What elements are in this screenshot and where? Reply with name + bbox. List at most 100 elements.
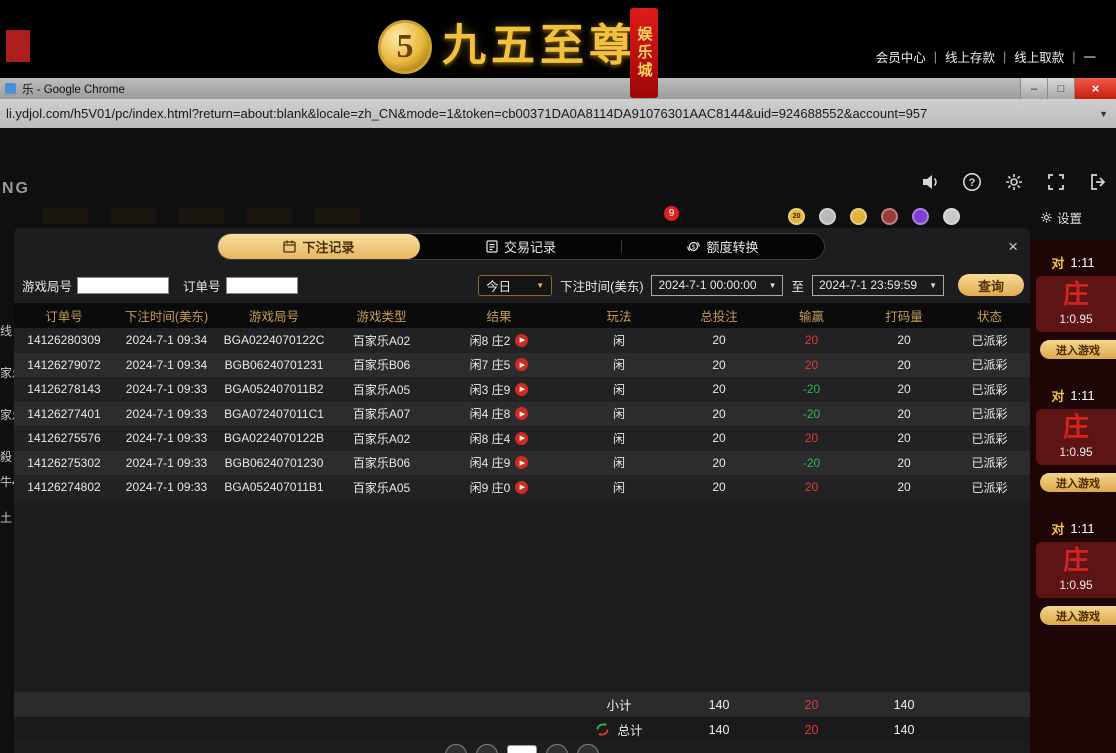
topbar-link[interactable]: 一 [1075,47,1104,66]
to-datetime-select[interactable]: 2024-7-1 23:59:59 ▼ [812,275,944,296]
minimize-button[interactable]: – [1020,78,1047,99]
url-text[interactable]: li.ydjol.com/h5V01/pc/index.html?return=… [6,106,1091,121]
result-text: 闲4 庄9 [470,454,511,471]
play-icon[interactable]: ▶ [515,481,528,494]
column-header: 输赢 [764,303,859,328]
order-no-input[interactable] [226,277,298,294]
first-page-button[interactable]: « [445,744,467,753]
cell-status: 已派彩 [949,377,1030,402]
bet-records-modal: 下注记录 交易记录 $ 额度转换 × 游戏局号 订单号 今日 [14,228,1030,753]
subtotal-winloss: 20 [764,692,859,717]
bet-chip[interactable] [819,208,836,225]
play-icon[interactable]: ▶ [515,358,528,371]
to-label: 至 [791,276,804,295]
cell-win-loss: 20 [764,426,859,451]
maximize-button[interactable]: □ [1047,78,1074,99]
banker-label: 庄 [1063,548,1089,574]
cell-result: 闲7 庄5 ▶ [434,353,564,378]
filter-bar: 游戏局号 订单号 今日 ▼ 下注时间(美东) 2024-7-1 00:00:00… [18,272,1026,298]
browser-urlbar[interactable]: li.ydjol.com/h5V01/pc/index.html?return=… [0,99,1116,128]
game-category-placeholder[interactable] [110,208,156,224]
game-category-placeholder[interactable] [314,208,360,224]
play-icon[interactable]: ▶ [515,432,528,445]
search-button[interactable]: 查询 [958,274,1024,296]
enter-game-button[interactable]: 进入游戏 [1040,606,1116,625]
next-page-button[interactable]: › [546,744,568,753]
play-icon[interactable]: ▶ [515,456,528,469]
bet-chip[interactable] [850,208,867,225]
play-icon[interactable]: ▶ [515,383,528,396]
lobby-card-body[interactable]: 庄 1:0.95 [1036,542,1116,598]
play-icon[interactable]: ▶ [515,407,528,420]
browser-titlebar: 乐 - Google Chrome – □ × [0,78,1116,99]
cell-total-bet: 20 [674,451,764,476]
game-category-placeholder[interactable] [178,208,224,224]
enter-game-button[interactable]: 进入游戏 [1040,473,1116,492]
close-icon[interactable]: × [1008,238,1018,255]
table-row: 14126277401 2024-7-1 09:33 BGA072407011C… [14,402,1030,427]
logo-coin-icon: 5 [378,20,432,74]
last-page-button[interactable]: » [577,744,599,753]
cell-status: 已派彩 [949,328,1030,353]
tab-bet-records[interactable]: 下注记录 [218,234,420,259]
lobby-card-body[interactable]: 庄 1:0.95 [1036,409,1116,465]
topbar-link[interactable]: 线上取款 [1006,47,1072,66]
chevron-down-icon: ▼ [536,281,544,290]
bet-chip[interactable] [881,208,898,225]
cell-bet-time: 2024-7-1 09:33 [114,475,219,500]
exit-icon[interactable] [1088,172,1108,192]
order-no-label: 订单号 [183,276,221,295]
cell-total-bet: 20 [674,475,764,500]
cell-game-type: 百家乐B06 [329,353,434,378]
refresh-icon[interactable] [595,722,610,737]
enter-game-button[interactable]: 进入游戏 [1040,340,1116,359]
total-turnover: 140 [859,717,949,742]
transfer-icon: $ [687,240,700,253]
round-no-label: 游戏局号 [22,276,72,295]
game-category-placeholder[interactable] [42,208,88,224]
bet-chip[interactable]: 20 [788,208,805,225]
cell-game-type: 百家乐A02 [329,426,434,451]
cell-bet-time: 2024-7-1 09:33 [114,451,219,476]
sidebar-item-fragment: 家乐 [0,406,14,423]
game-category-placeholder[interactable] [246,208,292,224]
tab-transaction-records[interactable]: 交易记录 [420,234,622,259]
fullscreen-icon[interactable] [1046,172,1066,192]
prev-page-button[interactable]: ‹ [476,744,498,753]
topbar-link[interactable]: 线上存款 [937,47,1003,66]
help-icon[interactable]: ? [962,172,982,192]
cell-turnover: 20 [859,451,949,476]
cell-turnover: 20 [859,328,949,353]
sidebar-item-fragment: 牛4 [0,473,14,490]
lobby-card-body[interactable]: 庄 1:0.95 [1036,276,1116,332]
cell-result: 闲3 庄9 ▶ [434,377,564,402]
settings-gear-icon [1040,211,1053,224]
from-datetime-select[interactable]: 2024-7-1 00:00:00 ▼ [651,275,783,296]
cell-order-no: 14126278143 [14,377,114,402]
tab-credit-transfer[interactable]: $ 额度转换 [622,234,824,259]
cell-turnover: 20 [859,377,949,402]
round-no-input[interactable] [77,277,169,294]
urlbar-dropdown-icon[interactable]: ▼ [1099,109,1108,119]
cell-order-no: 14126274802 [14,475,114,500]
cell-win-loss: -20 [764,451,859,476]
cell-game-type: 百家乐A07 [329,402,434,427]
play-icon[interactable]: ▶ [515,334,528,347]
banner-red-fragment [6,30,30,62]
cell-total-bet: 20 [674,402,764,427]
cell-round-no: BGA052407011B1 [219,475,329,500]
page-input[interactable] [507,745,537,753]
close-window-button[interactable]: × [1074,78,1116,99]
banker-label: 庄 [1063,415,1089,441]
date-range-select[interactable]: 今日 ▼ [478,275,552,296]
lobby-card-header: 对 1:11 [1030,252,1116,272]
column-header: 游戏局号 [219,303,329,328]
speaker-icon[interactable] [920,172,940,192]
cell-status: 已派彩 [949,402,1030,427]
settings-button[interactable]: 设置 [1040,208,1082,227]
topbar-link[interactable]: 会员中心 [868,47,934,66]
column-header: 打码量 [859,303,949,328]
gear-icon[interactable] [1004,172,1024,192]
bet-chip[interactable] [943,208,960,225]
bet-chip[interactable] [912,208,929,225]
